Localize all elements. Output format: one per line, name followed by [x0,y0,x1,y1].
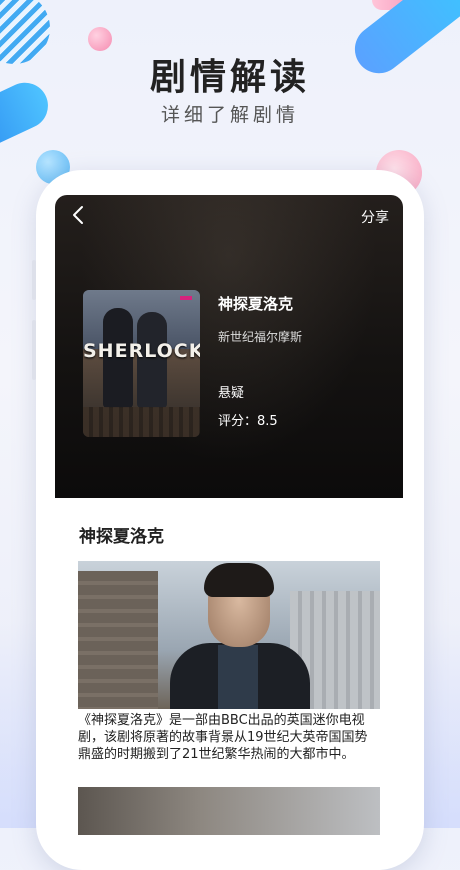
show-rating: 评分：8.5 [218,410,278,429]
show-poster[interactable]: SHERLOCK [83,290,200,437]
photo-hair [204,563,274,597]
rating-label: 评分： [218,414,258,429]
share-button[interactable]: 分享 [361,207,389,227]
promo-subheadline: 详细了解剧情 [160,104,299,126]
photo-building [78,571,158,709]
back-button[interactable] [71,205,91,227]
chevron-left-icon [73,206,83,224]
phone-side-button [32,260,36,300]
poster-title: SHERLOCK [83,340,200,362]
article-title: 神探夏洛克 [79,527,164,547]
show-genre: 悬疑 [218,386,245,401]
phone-side-button [32,320,36,380]
show-title: 神探夏洛克 [218,295,294,313]
poster-bridge [83,407,200,437]
article-content: 神探夏洛克 《神探夏洛克》是一部由BBC出品的英国迷你电视剧，该剧将原著的故事背… [55,498,403,835]
app-screen: 分享 SHERLOCK 神探夏洛克 新世纪福尔摩斯 悬疑 评分：8.5 神探夏洛… [55,195,403,835]
article-description: 《神探夏洛克》是一部由BBC出品的英国迷你电视剧，该剧将原著的故事背景从19世纪… [78,713,368,762]
show-subtitle: 新世纪福尔摩斯 [218,330,303,344]
detail-hero: 分享 SHERLOCK 神探夏洛克 新世纪福尔摩斯 悬疑 评分：8.5 [55,195,403,498]
rating-value: 8.5 [257,414,278,429]
photo-scarf [218,645,258,709]
bbc-logo-mark [180,296,192,300]
article-image [78,561,380,709]
promo-headline: 剧情解读 [149,57,310,98]
